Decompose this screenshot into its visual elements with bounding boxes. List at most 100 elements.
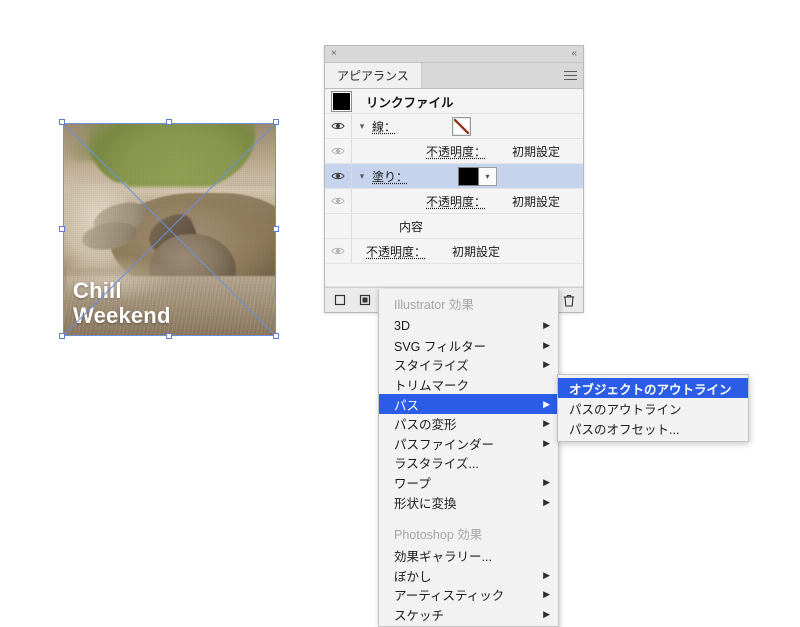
menu-item-label: アーティスティック bbox=[394, 589, 505, 604]
menu-item-convert-to-shape[interactable]: 形状に変換 ▶ bbox=[379, 492, 558, 512]
object-thumbnail bbox=[331, 90, 352, 112]
visibility-toggle-stroke-opacity[interactable] bbox=[325, 146, 351, 156]
menu-item-label: オブジェクトのアウトライン bbox=[569, 382, 732, 397]
appearance-row-fill-opacity[interactable]: 不透明度： 初期設定 bbox=[325, 189, 583, 214]
disclosure-fill-icon[interactable]: ▾ bbox=[352, 171, 372, 182]
fill-label[interactable]: 塗り： bbox=[372, 168, 408, 185]
menu-item-label: パス bbox=[394, 398, 420, 413]
row-divider bbox=[351, 239, 352, 263]
menu-item-label: 形状に変換 bbox=[394, 496, 457, 511]
menu-group-header-photoshop: Photoshop 効果 bbox=[394, 527, 483, 542]
row-divider bbox=[351, 214, 352, 238]
tab-appearance[interactable]: アピアランス bbox=[325, 63, 422, 88]
submenu-arrow-icon: ▶ bbox=[543, 496, 550, 507]
appearance-row-list: リンクファイル ▾ 線： 不透明度： 初期設定 ▾ 塗り： ▾ 不透明度： 初期… bbox=[325, 89, 583, 287]
menu-item-warp[interactable]: ワープ ▶ bbox=[379, 473, 558, 493]
stroke-opacity-value: 初期設定 bbox=[512, 144, 561, 159]
appearance-panel: × « アピアランス リンクファイル ▾ 線： 不透明度： 初期設定 ▾ 塗り：… bbox=[324, 45, 584, 313]
panel-tabstrip: アピアランス bbox=[325, 63, 583, 89]
menu-item-label: パスのオフセット... bbox=[569, 422, 680, 437]
tabstrip-spacer bbox=[422, 63, 557, 88]
menu-item-label: パスファインダー bbox=[394, 437, 495, 452]
appearance-row-stroke-opacity[interactable]: 不透明度： 初期設定 bbox=[325, 139, 583, 164]
tab-appearance-label: アピアランス bbox=[337, 69, 409, 83]
selection-handle-top-right[interactable] bbox=[273, 119, 279, 125]
menu-item-rasterize[interactable]: ラスタライズ... bbox=[379, 453, 558, 473]
selection-handle-bottom-right[interactable] bbox=[273, 333, 279, 339]
panel-options-menu-icon[interactable] bbox=[557, 63, 583, 88]
submenu-item-offset-path[interactable]: パスのオフセット... bbox=[558, 418, 748, 438]
submenu-arrow-icon: ▶ bbox=[543, 398, 550, 409]
eye-icon-dim bbox=[331, 147, 345, 155]
effects-dropdown-menu: Illustrator 効果 3D ▶ SVG フィルター ▶ スタイライズ ▶ トリ… bbox=[378, 289, 559, 627]
menu-item-effect-gallery[interactable]: 効果ギャラリー... bbox=[379, 546, 558, 566]
menu-item-label: スケッチ bbox=[394, 609, 445, 624]
eye-icon-dim bbox=[331, 247, 345, 255]
selection-handle-top-left[interactable] bbox=[59, 119, 65, 125]
caption-line-2: Weekend bbox=[73, 303, 171, 328]
menu-item-path-transform[interactable]: パスの変形 ▶ bbox=[379, 414, 558, 434]
visibility-toggle-fill[interactable] bbox=[325, 171, 351, 181]
fill-opacity-label[interactable]: 不透明度： bbox=[426, 193, 486, 210]
menu-item-svg-filter[interactable]: SVG フィルター ▶ bbox=[379, 336, 558, 356]
menu-item-label: ぼかし bbox=[394, 569, 432, 584]
panel-titlebar: × « bbox=[325, 46, 583, 63]
appearance-row-object[interactable]: リンクファイル bbox=[325, 89, 583, 114]
object-type-label: リンクファイル bbox=[366, 95, 454, 110]
appearance-row-contents[interactable]: 内容 bbox=[325, 214, 583, 239]
menu-item-trim-marks[interactable]: トリムマーク bbox=[379, 375, 558, 395]
appearance-row-fill[interactable]: ▾ 塗り： ▾ bbox=[325, 164, 583, 189]
menu-item-label: ワープ bbox=[394, 477, 431, 492]
stroke-label[interactable]: 線： bbox=[372, 118, 396, 135]
submenu-arrow-icon: ▶ bbox=[543, 589, 550, 600]
submenu-item-outline-object[interactable]: オブジェクトのアウトライン bbox=[558, 378, 748, 398]
menu-item-label: パスの変形 bbox=[394, 418, 457, 433]
visibility-toggle-stroke[interactable] bbox=[325, 121, 351, 131]
path-submenu: オブジェクトのアウトライン パスのアウトライン パスのオフセット... bbox=[557, 374, 749, 442]
submenu-arrow-icon: ▶ bbox=[543, 320, 550, 331]
menu-item-sketch[interactable]: スケッチ ▶ bbox=[379, 605, 558, 625]
fill-swatch-dropdown-icon[interactable]: ▾ bbox=[479, 166, 498, 186]
row-divider bbox=[351, 189, 352, 213]
collapse-panel-icon[interactable]: « bbox=[571, 49, 577, 59]
selection-handle-bottom-center[interactable] bbox=[166, 333, 172, 339]
stroke-opacity-label[interactable]: 不透明度： bbox=[426, 143, 486, 160]
object-opacity-label[interactable]: 不透明度： bbox=[366, 243, 426, 260]
delete-item-icon[interactable] bbox=[562, 294, 575, 307]
submenu-arrow-icon: ▶ bbox=[543, 339, 550, 350]
menu-item-path[interactable]: パス ▶ bbox=[379, 394, 558, 414]
appearance-row-object-opacity[interactable]: 不透明度： 初期設定 bbox=[325, 239, 583, 264]
menu-item-label: トリムマーク bbox=[394, 379, 470, 394]
close-icon[interactable]: × bbox=[331, 49, 337, 59]
fill-color-swatch[interactable] bbox=[458, 166, 480, 186]
stroke-color-swatch[interactable] bbox=[452, 116, 472, 136]
appearance-row-stroke[interactable]: ▾ 線： bbox=[325, 114, 583, 139]
selection-handle-middle-right[interactable] bbox=[273, 226, 279, 232]
appearance-empty-row bbox=[325, 264, 583, 287]
menu-item-artistic[interactable]: アーティスティック ▶ bbox=[379, 585, 558, 605]
submenu-arrow-icon: ▶ bbox=[543, 359, 550, 370]
disclosure-stroke-icon[interactable]: ▾ bbox=[352, 121, 372, 132]
selection-handle-middle-left[interactable] bbox=[59, 226, 65, 232]
submenu-arrow-icon: ▶ bbox=[543, 569, 550, 580]
selection-handle-bottom-left[interactable] bbox=[59, 333, 65, 339]
selection-handle-top-center[interactable] bbox=[166, 119, 172, 125]
stroke-none-slash-icon bbox=[454, 118, 470, 134]
caption-line-1: Chill bbox=[73, 278, 122, 303]
visibility-toggle-object-opacity[interactable] bbox=[325, 246, 351, 256]
add-new-stroke-icon[interactable] bbox=[333, 294, 346, 307]
visibility-toggle-fill-opacity[interactable] bbox=[325, 196, 351, 206]
menu-item-label: 3D bbox=[394, 318, 410, 333]
submenu-arrow-icon: ▶ bbox=[543, 437, 550, 448]
sleeping-cat-photo: Chill Weekend bbox=[63, 123, 276, 336]
menu-item-pathfinder[interactable]: パスファインダー ▶ bbox=[379, 434, 558, 454]
artboard-image-object[interactable]: Chill Weekend bbox=[59, 119, 279, 339]
contents-label: 内容 bbox=[399, 219, 424, 234]
eye-icon-dim bbox=[331, 197, 345, 205]
add-new-fill-icon[interactable] bbox=[358, 294, 371, 307]
menu-item-stylize[interactable]: スタイライズ ▶ bbox=[379, 355, 558, 375]
menu-item-3d[interactable]: 3D ▶ bbox=[379, 316, 558, 336]
menu-item-blur[interactable]: ぼかし ▶ bbox=[379, 566, 558, 586]
artwork-caption: Chill Weekend bbox=[73, 278, 171, 328]
submenu-item-outline-stroke[interactable]: パスのアウトライン bbox=[558, 398, 748, 418]
